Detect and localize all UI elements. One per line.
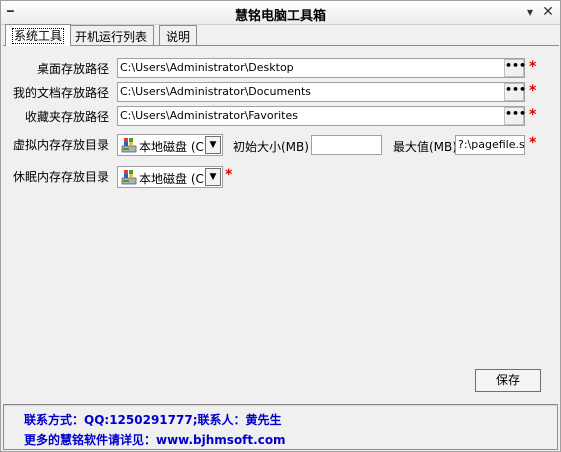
footer-panel: 联系方式：QQ:1250291777;联系人：黄先生 更多的慧铭软件请详见：ww… bbox=[3, 404, 558, 450]
documents-path-label: 我的文档存放路径 bbox=[13, 86, 110, 100]
chevron-down-icon[interactable]: ▼ bbox=[205, 168, 221, 186]
tab-startup-list[interactable]: 开机运行列表 bbox=[68, 25, 155, 46]
initial-size-input[interactable] bbox=[311, 135, 382, 155]
drive-select-value: 本地磁盘 (C bbox=[139, 140, 204, 154]
required-mark: * bbox=[529, 107, 537, 123]
tab-label: 开机运行列表 bbox=[75, 30, 148, 44]
minimize-button[interactable]: ▾ bbox=[523, 4, 537, 20]
required-mark: * bbox=[529, 83, 537, 99]
main-window: ━ 慧铭电脑工具箱 ▾ ✕ 系统工具 开机运行列表 说明 桌面存放路径 C:\U… bbox=[0, 0, 561, 452]
tab-label: 系统工具 bbox=[12, 28, 65, 44]
required-mark: * bbox=[529, 59, 537, 75]
drive-select-value: 本地磁盘 (C bbox=[139, 172, 204, 186]
drive-icon bbox=[121, 138, 137, 153]
documents-path-input[interactable]: C:\Users\Administrator\Documents bbox=[117, 82, 525, 102]
desktop-browse-button[interactable]: ••• bbox=[504, 59, 526, 77]
tab-system-tools[interactable]: 系统工具 bbox=[5, 24, 72, 46]
hibernate-drive-select[interactable]: 本地磁盘 (C ▼ bbox=[117, 166, 223, 188]
virtual-memory-label: 虚拟内存存放目录 bbox=[13, 138, 110, 152]
tab-help[interactable]: 说明 bbox=[159, 25, 198, 46]
required-mark: * bbox=[529, 135, 537, 151]
desktop-path-input[interactable]: C:\Users\Administrator\Desktop bbox=[117, 58, 525, 78]
website-link[interactable]: 更多的慧铭软件请详见：www.bjhmsoft.com bbox=[24, 431, 286, 448]
hibernate-label: 休眠内存存放目录 bbox=[13, 170, 110, 184]
virtual-memory-drive-select[interactable]: 本地磁盘 (C ▼ bbox=[117, 134, 223, 156]
title-bar: ━ 慧铭电脑工具箱 ▾ ✕ bbox=[1, 1, 560, 25]
required-mark: * bbox=[225, 167, 233, 183]
favorites-path-label: 收藏夹存放路径 bbox=[25, 110, 110, 124]
initial-size-label: 初始大小(MB) bbox=[233, 140, 309, 154]
max-size-input[interactable]: ?:\pagefile.sys bbox=[455, 135, 525, 155]
save-button[interactable]: 保存 bbox=[475, 369, 541, 392]
tab-label: 说明 bbox=[166, 30, 191, 44]
favorites-browse-button[interactable]: ••• bbox=[504, 107, 526, 125]
documents-browse-button[interactable]: ••• bbox=[504, 83, 526, 101]
max-size-label: 最大值(MB) bbox=[393, 140, 457, 154]
window-title: 慧铭电脑工具箱 bbox=[234, 9, 326, 24]
drive-icon bbox=[121, 170, 137, 185]
desktop-path-label: 桌面存放路径 bbox=[37, 62, 110, 76]
close-button[interactable]: ✕ bbox=[541, 4, 555, 20]
favorites-path-input[interactable]: C:\Users\Administrator\Favorites bbox=[117, 106, 525, 126]
chevron-down-icon[interactable]: ▼ bbox=[205, 136, 221, 154]
contact-info: 联系方式：QQ:1250291777;联系人：黄先生 bbox=[24, 413, 282, 427]
